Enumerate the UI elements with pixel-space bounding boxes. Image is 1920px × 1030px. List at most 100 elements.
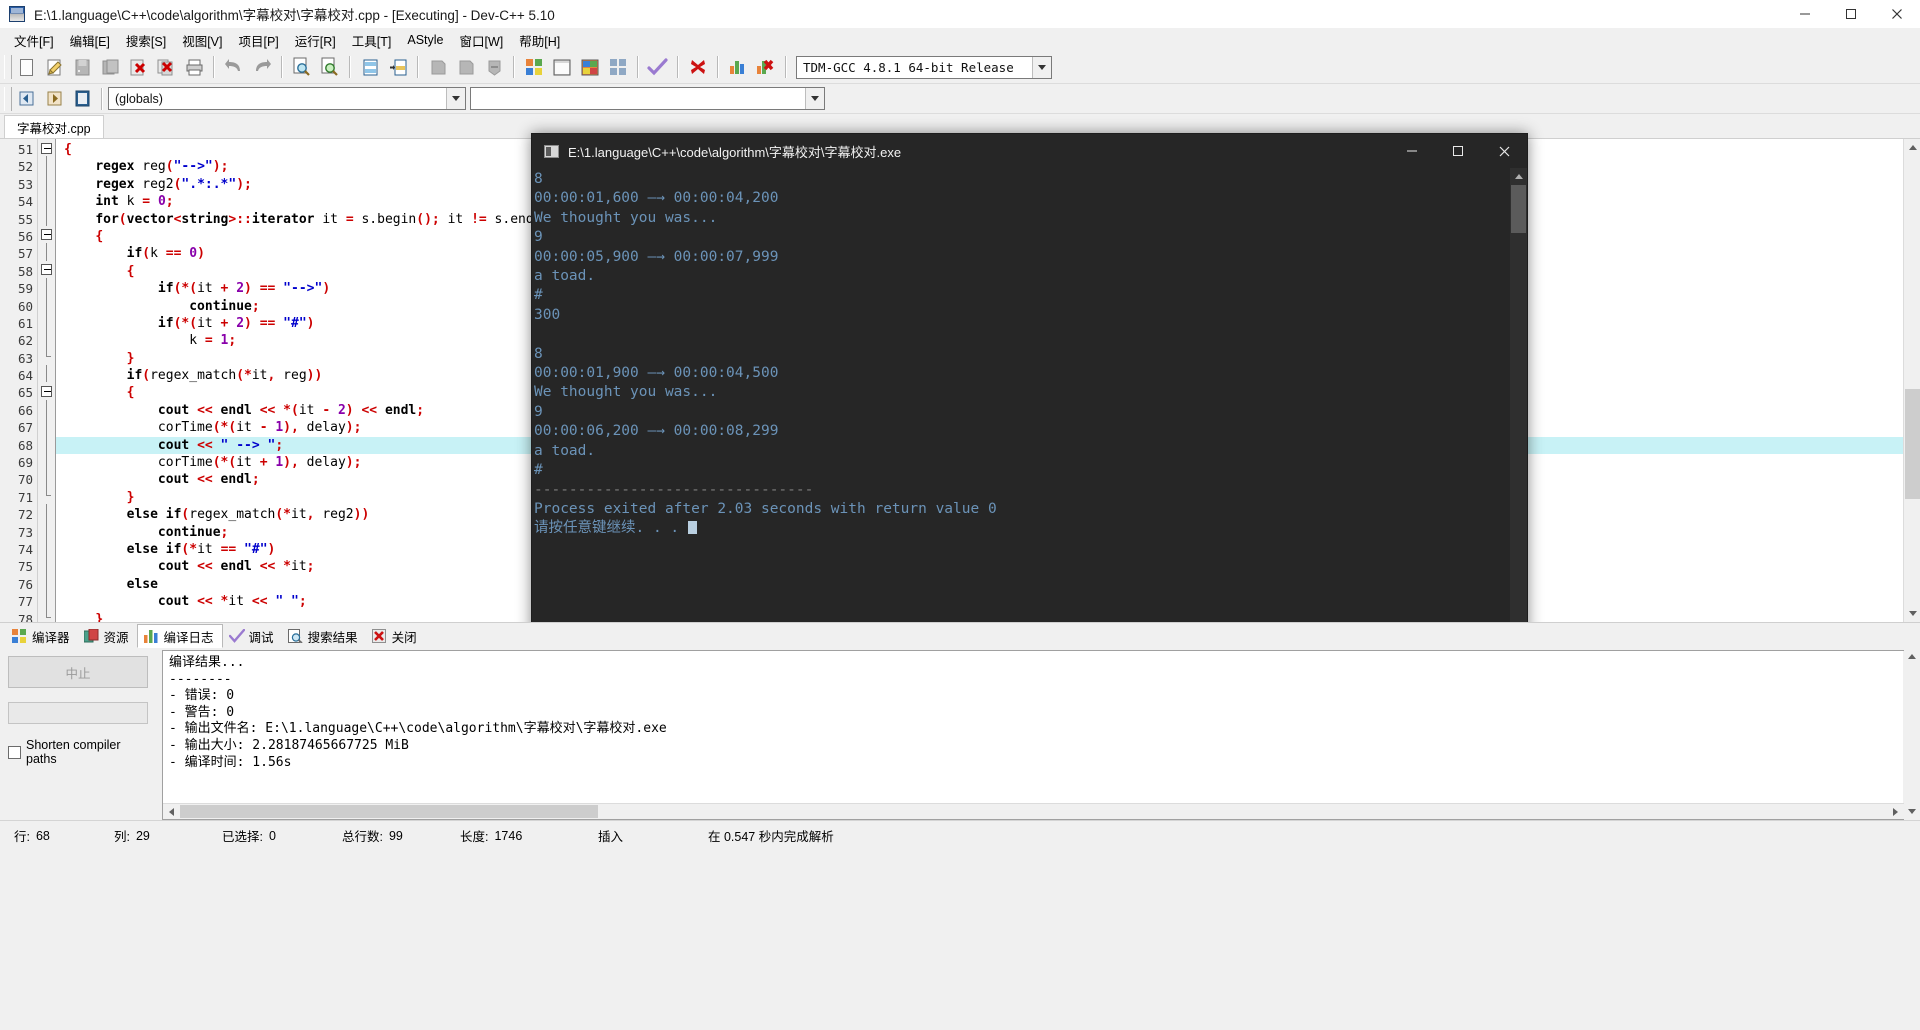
bottom-tab-resources[interactable]: 资源	[77, 624, 137, 648]
toolbar-grip[interactable]	[4, 55, 12, 79]
fold-marker[interactable]	[38, 278, 55, 296]
open-project-icon[interactable]	[453, 54, 479, 80]
fold-marker[interactable]	[38, 452, 55, 470]
bottom-tab-search-results[interactable]: 搜索结果	[281, 624, 366, 648]
console-vertical-scrollbar[interactable]	[1510, 168, 1527, 656]
back-navigation-icon[interactable]	[13, 86, 39, 112]
editor-scroll-down-button[interactable]	[1904, 605, 1920, 622]
menu-search[interactable]: 搜索[S]	[118, 29, 174, 52]
goto-line-icon[interactable]	[357, 54, 383, 80]
fold-marker[interactable]	[38, 486, 55, 504]
abort-button[interactable]: 中止	[8, 656, 148, 688]
fold-marker[interactable]	[38, 382, 55, 399]
fold-marker[interactable]	[38, 573, 55, 592]
window-close-button[interactable]	[1874, 0, 1920, 29]
fold-marker[interactable]	[38, 191, 55, 209]
save-all-icon[interactable]	[97, 54, 123, 80]
fold-marker[interactable]	[38, 243, 55, 261]
compiler-select[interactable]: TDM-GCC 4.8.1 64-bit Release	[796, 55, 1052, 79]
new-project-icon[interactable]	[425, 54, 451, 80]
new-file-icon[interactable]	[13, 54, 39, 80]
bottom-tab-compile-log[interactable]: 编译日志	[136, 624, 223, 648]
panel-scroll-up-button[interactable]	[1904, 648, 1920, 665]
editor-scroll-up-button[interactable]	[1904, 139, 1920, 156]
menu-astyle[interactable]: AStyle	[399, 31, 451, 49]
shorten-compiler-paths-checkbox[interactable]	[8, 745, 21, 759]
menu-run[interactable]: 运行[R]	[287, 29, 344, 52]
project-options-icon[interactable]	[481, 54, 507, 80]
window-minimize-button[interactable]	[1782, 0, 1828, 29]
fold-marker[interactable]	[38, 417, 55, 435]
console-close-button[interactable]	[1481, 134, 1527, 168]
bottom-tab-debug[interactable]: 调试	[222, 624, 282, 648]
menu-help[interactable]: 帮助[H]	[511, 29, 568, 52]
fold-marker[interactable]	[38, 521, 55, 539]
panel-scroll-down-button[interactable]	[1904, 803, 1920, 820]
bottom-tab-compiler[interactable]: 编译器	[6, 624, 78, 648]
symbol-select-arrow[interactable]	[805, 88, 824, 109]
compile-and-run-icon[interactable]	[577, 54, 603, 80]
window-maximize-button[interactable]	[1828, 0, 1874, 29]
shorten-compiler-paths-row[interactable]: Shorten compiler paths	[8, 738, 154, 766]
menu-window[interactable]: 窗口[W]	[452, 29, 512, 52]
fold-marker[interactable]	[38, 538, 55, 557]
open-file-icon[interactable]	[41, 54, 67, 80]
fold-marker[interactable]	[38, 226, 55, 243]
undo-icon[interactable]	[221, 54, 247, 80]
fold-marker[interactable]	[38, 365, 55, 383]
panel-outer-scrollbar[interactable]	[1904, 648, 1920, 820]
stop-execution-icon[interactable]	[685, 54, 711, 80]
console-scroll-thumb[interactable]	[1511, 185, 1526, 233]
redo-icon[interactable]	[249, 54, 275, 80]
find-replace-icon[interactable]	[317, 54, 343, 80]
scope-select-arrow[interactable]	[446, 88, 465, 109]
delete-profile-icon[interactable]	[753, 54, 779, 80]
menu-project[interactable]: 项目[P]	[230, 29, 286, 52]
compile-icon[interactable]	[521, 54, 547, 80]
secondary-toolbar-grip[interactable]	[4, 86, 12, 111]
fold-marker[interactable]	[38, 139, 55, 156]
console-maximize-button[interactable]	[1435, 134, 1481, 168]
fold-marker[interactable]	[38, 591, 55, 609]
console-body[interactable]: 8 00:00:01,600 —→ 00:00:04,200 We though…	[532, 168, 1527, 656]
fold-marker[interactable]	[38, 399, 55, 418]
fold-marker[interactable]	[38, 608, 55, 622]
find-icon[interactable]	[289, 54, 315, 80]
menu-file[interactable]: 文件[F]	[6, 29, 62, 52]
scope-select[interactable]: (globals)	[108, 87, 466, 110]
compile-log-horizontal-scrollbar[interactable]	[163, 803, 1919, 819]
menu-view[interactable]: 视图[V]	[174, 29, 230, 52]
fold-marker[interactable]	[38, 347, 55, 365]
log-scroll-right-button[interactable]	[1887, 804, 1903, 819]
editor-scroll-thumb[interactable]	[1905, 389, 1920, 499]
close-file-icon[interactable]	[125, 54, 151, 80]
goto-function-icon[interactable]	[385, 54, 411, 80]
menu-edit[interactable]: 编辑[E]	[62, 29, 118, 52]
bookmark-icon[interactable]	[69, 86, 95, 112]
fold-marker[interactable]	[38, 156, 55, 174]
editor-vertical-scrollbar[interactable]	[1903, 139, 1920, 622]
log-hscroll-thumb[interactable]	[180, 805, 598, 818]
fold-marker[interactable]	[38, 556, 55, 574]
bottom-tab-close[interactable]: 关闭	[365, 624, 425, 648]
run-icon[interactable]	[549, 54, 575, 80]
rebuild-all-icon[interactable]	[605, 54, 631, 80]
print-icon[interactable]	[181, 54, 207, 80]
syntax-check-icon[interactable]	[645, 54, 671, 80]
fold-marker[interactable]	[38, 261, 55, 278]
code-folding-column[interactable]	[38, 139, 56, 622]
editor-tab-zimu-cpp[interactable]: 字幕校对.cpp	[4, 115, 104, 138]
log-scroll-left-button[interactable]	[163, 804, 179, 819]
fold-marker[interactable]	[38, 208, 55, 226]
compile-log-output[interactable]: 编译结果... -------- - 错误: 0 - 警告: 0 - 输出文件名…	[162, 650, 1920, 820]
fold-marker[interactable]	[38, 330, 55, 348]
menu-tools[interactable]: 工具[T]	[344, 29, 400, 52]
profile-analysis-icon[interactable]	[725, 54, 751, 80]
fold-marker[interactable]	[38, 173, 55, 192]
fold-marker[interactable]	[38, 434, 55, 453]
fold-marker[interactable]	[38, 295, 55, 313]
compiler-select-arrow[interactable]	[1032, 56, 1051, 78]
console-scroll-up-button[interactable]	[1510, 168, 1527, 185]
close-all-icon[interactable]	[153, 54, 179, 80]
console-minimize-button[interactable]	[1389, 134, 1435, 168]
